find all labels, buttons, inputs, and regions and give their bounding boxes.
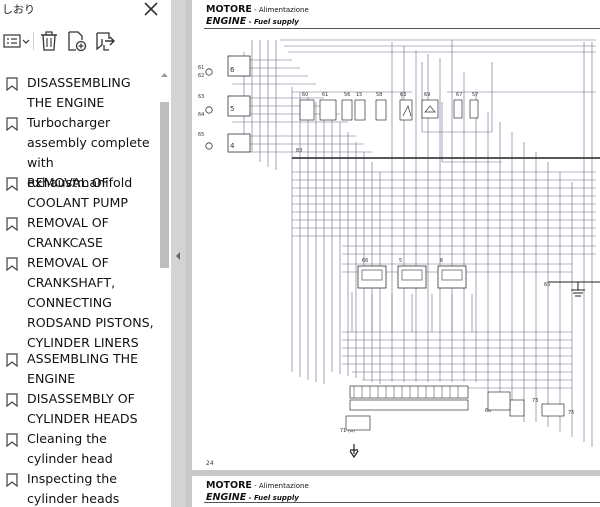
bookmark-icon: [6, 473, 18, 487]
header-title-it: MOTORE - Alimentazione: [206, 480, 309, 491]
scrollbar-thumb[interactable]: [160, 102, 169, 268]
expand-bookmark-button[interactable]: [93, 29, 117, 53]
svg-text:4: 4: [230, 142, 235, 150]
relay-components: [299, 99, 479, 121]
bookmark-label: REMOVAL OF CRANKSHAFT, CONNECTING RODSAN…: [27, 255, 154, 350]
connector-label: 64: [198, 112, 204, 118]
delete-bookmark-button[interactable]: [38, 29, 60, 53]
connector-label: 63: [198, 94, 204, 100]
relay-label: 69: [424, 92, 430, 98]
bookmark-label: DISASSEMBLING THE ENGINE: [27, 75, 131, 110]
bookmark-label: REMOVAL OF COOLANT PUMP: [27, 175, 128, 210]
relay-label: 67: [456, 92, 462, 98]
ground-symbol-icon: [571, 289, 585, 297]
bookmark-icon: [6, 433, 18, 447]
bookmark-label: Inspecting the cylinder heads: [27, 471, 120, 506]
module-label: 66: [362, 258, 368, 264]
bookmark-label: Cleaning the cylinder head: [27, 431, 113, 466]
svg-text:5: 5: [230, 105, 234, 113]
relay-label: 56: [344, 92, 350, 98]
bookmark-icon: [6, 353, 18, 367]
node-label: 65: [544, 282, 550, 288]
bookmarks-title: しおり: [2, 3, 35, 16]
wiring-diagram: 6 5 4 61 62 63 64 65 60 61 56 15 58 63 6…: [198, 39, 600, 458]
node-label: 73: [532, 398, 538, 404]
bookmark-label: DISASSEMBLY OF CYLINDER HEADS: [27, 391, 138, 426]
expand-bookmark-icon: [96, 32, 115, 51]
node-label: 75: [568, 410, 574, 416]
scroll-up-arrow-icon[interactable]: [160, 70, 169, 80]
module-label: 6: [440, 258, 443, 264]
bookmark-label: ASSEMBLING THE ENGINE: [27, 351, 139, 386]
terminal-block: [345, 385, 565, 431]
bookmark-icon: [6, 393, 18, 407]
bookmarks-panel: しおり DISASSEMBLING THE ENGINE Turbocharge…: [0, 0, 171, 507]
new-bookmark-button[interactable]: [66, 29, 88, 53]
next-document-page: MOTORE - Alimentazione ENGINE - Fuel sup…: [192, 476, 600, 507]
toolbar-separator: [33, 32, 34, 50]
bookmark-icon: [6, 117, 18, 131]
module-label: 5: [399, 258, 402, 264]
connector-label: 61: [198, 65, 204, 71]
bookmark-list: DISASSEMBLING THE ENGINE Turbocharger as…: [0, 67, 158, 507]
svg-text:6: 6: [230, 66, 235, 74]
options-button[interactable]: [2, 29, 30, 53]
relay-label: 63: [400, 92, 406, 98]
page-number: 24: [206, 460, 214, 467]
injector-modules: [357, 265, 467, 289]
relay-label: 60: [302, 92, 308, 98]
relay-label: 58: [376, 92, 382, 98]
connector-label: 65: [198, 132, 204, 138]
node-label: 83: [296, 148, 302, 154]
document-page: MOTORE - Alimentazione ENGINE - Fuel sup…: [192, 0, 600, 470]
connector-label: 62: [198, 73, 204, 79]
page-header: MOTORE - Alimentazione ENGINE - Fuel sup…: [206, 4, 506, 30]
header-title-it: MOTORE - Alimentazione: [206, 4, 309, 15]
close-icon[interactable]: [140, 0, 162, 20]
header-rule: [204, 28, 600, 29]
relay-label: 61: [322, 92, 328, 98]
sensor-connectors-left: [205, 55, 251, 153]
relay-label: 15: [356, 92, 362, 98]
bookmark-label: REMOVAL OF CRANKCASE: [27, 215, 109, 250]
bookmark-icon: [6, 257, 18, 271]
bookmarks-header: しおり: [0, 0, 171, 22]
collapse-panel-icon[interactable]: [174, 251, 182, 261]
add-bookmark-icon: [68, 31, 87, 52]
header-title-en: ENGINE - Fuel supply: [206, 16, 299, 27]
relay-label: 57: [472, 92, 478, 98]
header-rule: [204, 502, 600, 503]
list-options-icon: [3, 34, 30, 48]
bookmark-icon: [6, 217, 18, 231]
bookmark-icon: [6, 77, 18, 91]
splice-arrow-icon: [349, 444, 359, 458]
bookmark-icon: [6, 177, 18, 191]
trash-icon: [41, 31, 57, 51]
bookmarks-toolbar: [0, 26, 171, 56]
